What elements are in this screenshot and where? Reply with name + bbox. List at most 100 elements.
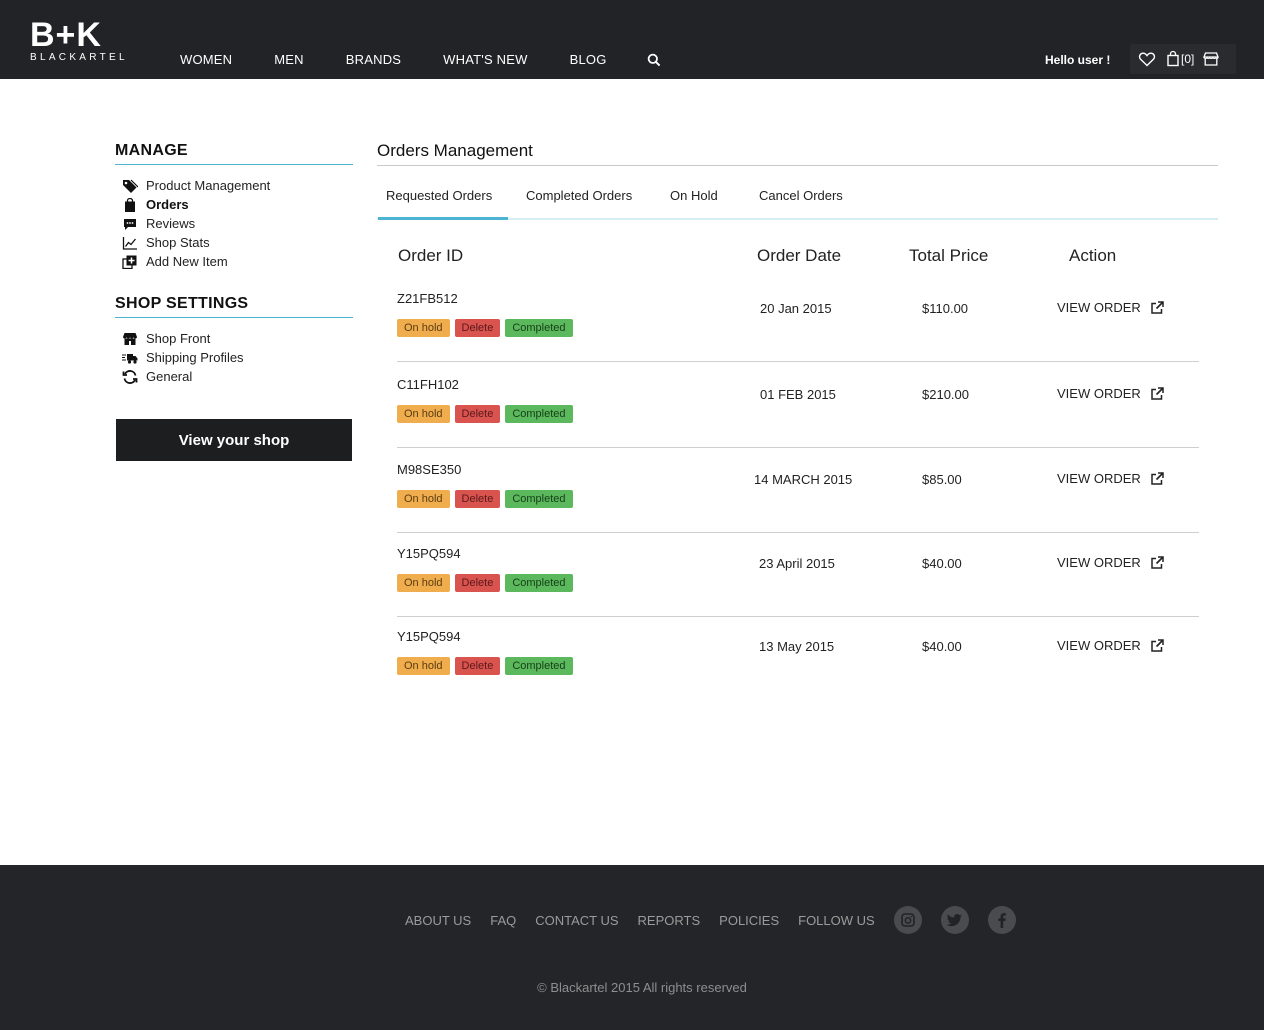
footer-link-contact-us[interactable]: CONTACT US [535, 913, 618, 928]
view-order-link[interactable]: VIEW ORDER [1057, 386, 1164, 401]
tab-on-hold[interactable]: On Hold [670, 176, 718, 220]
external-link-icon [1150, 386, 1164, 401]
page-title: Orders Management [377, 141, 1218, 166]
external-link-icon [1150, 471, 1164, 486]
nav-blog[interactable]: BLOG [570, 52, 607, 67]
on-hold-badge[interactable]: On hold [397, 657, 450, 675]
sidebar-item-label: Shipping Profiles [146, 350, 244, 365]
view-order-link[interactable]: VIEW ORDER [1057, 471, 1164, 486]
order-date: 13 May 2015 [759, 639, 835, 654]
nav-brands[interactable]: BRANDS [346, 52, 401, 67]
bag-icon [122, 197, 138, 212]
column-header-order-date: Order Date [757, 246, 842, 265]
completed-badge[interactable]: Completed [505, 405, 573, 423]
order-date: 23 April 2015 [759, 556, 835, 571]
order-id: M98SE350 [397, 462, 462, 477]
on-hold-badge[interactable]: On hold [397, 490, 450, 508]
order-total-price: $40.00 [922, 556, 962, 571]
completed-badge[interactable]: Completed [505, 574, 573, 592]
completed-badge[interactable]: Completed [505, 319, 573, 337]
nav-women[interactable]: WOMEN [180, 52, 232, 67]
sidebar: MANAGE Product Management Orders Reviews… [115, 142, 353, 461]
wishlist-heart-icon[interactable] [1138, 50, 1156, 68]
order-date: 20 Jan 2015 [760, 301, 832, 316]
row-divider [397, 616, 1199, 617]
on-hold-badge[interactable]: On hold [397, 574, 450, 592]
order-id: Y15PQ594 [397, 546, 461, 561]
view-order-link[interactable]: VIEW ORDER [1057, 555, 1164, 570]
order-status-badges: On hold Delete Completed [397, 657, 578, 675]
external-link-icon [1150, 638, 1164, 653]
footer-link-policies[interactable]: POLICIES [719, 913, 779, 928]
sidebar-item-shop-front[interactable]: Shop Front [115, 329, 353, 348]
order-tabs: Requested Orders Completed Orders On Hol… [377, 176, 1218, 220]
footer-link-reports[interactable]: REPORTS [638, 913, 701, 928]
order-status-badges: On hold Delete Completed [397, 405, 578, 423]
shopping-bag-icon[interactable] [1166, 50, 1180, 68]
order-total-price: $40.00 [922, 639, 962, 654]
user-greeting[interactable]: Hello user ! [1045, 53, 1110, 67]
sidebar-item-general[interactable]: General [115, 367, 353, 386]
order-total-price: $110.00 [922, 301, 969, 316]
sidebar-item-product-management[interactable]: Product Management [115, 176, 353, 195]
view-order-label: VIEW ORDER [1057, 555, 1141, 570]
cart-count[interactable]: [0] [1181, 52, 1194, 66]
instagram-icon[interactable] [893, 906, 922, 934]
order-status-badges: On hold Delete Completed [397, 490, 578, 508]
logo-wordmark: BLACKARTEL [30, 52, 128, 63]
follow-us-label: FOLLOW US [798, 912, 875, 928]
logo-mark: B+K [30, 16, 102, 54]
footer-link-about-us[interactable]: ABOUT US [405, 913, 471, 928]
tab-completed-orders[interactable]: Completed Orders [526, 176, 632, 220]
delete-badge[interactable]: Delete [454, 490, 501, 508]
header-actions: [0] [1130, 44, 1236, 74]
row-divider [397, 447, 1199, 448]
sidebar-item-shipping-profiles[interactable]: Shipping Profiles [115, 348, 353, 367]
nav-whats-new[interactable]: WHAT'S NEW [443, 52, 527, 67]
shop-store-icon[interactable] [1202, 50, 1220, 68]
delete-badge[interactable]: Delete [454, 574, 501, 592]
sidebar-item-orders[interactable]: Orders [115, 195, 353, 214]
sidebar-item-label: Reviews [146, 216, 196, 231]
search-icon[interactable] [647, 53, 661, 67]
tab-cancel-orders[interactable]: Cancel Orders [759, 176, 843, 220]
sidebar-item-shop-stats[interactable]: Shop Stats [115, 233, 353, 252]
logo[interactable]: B+K BLACKARTEL [30, 16, 128, 64]
add-item-icon [122, 255, 138, 269]
tag-icon [122, 179, 139, 193]
sidebar-item-add-new-item[interactable]: Add New Item [115, 252, 353, 271]
sidebar-item-reviews[interactable]: Reviews [115, 214, 353, 233]
sidebar-item-label: Orders [146, 197, 189, 212]
order-id: C11FH102 [397, 377, 459, 392]
sidebar-item-label: Product Management [146, 178, 271, 193]
footer-link-faq[interactable]: FAQ [490, 913, 516, 928]
column-header-order-id: Order ID [398, 246, 464, 265]
twitter-icon[interactable] [940, 906, 969, 934]
view-your-shop-button[interactable]: View your shop [116, 419, 352, 461]
on-hold-badge[interactable]: On hold [397, 319, 450, 337]
delete-badge[interactable]: Delete [454, 319, 501, 337]
on-hold-badge[interactable]: On hold [397, 405, 450, 423]
order-id: Y15PQ594 [397, 629, 461, 644]
completed-badge[interactable]: Completed [505, 657, 573, 675]
delete-badge[interactable]: Delete [454, 405, 501, 423]
nav-men[interactable]: MEN [274, 52, 304, 67]
tab-requested-orders[interactable]: Requested Orders [378, 176, 508, 220]
external-link-icon [1150, 300, 1164, 315]
top-header: B+K BLACKARTEL WOMEN MEN BRANDS WHAT'S N… [0, 0, 1264, 79]
order-status-badges: On hold Delete Completed [397, 574, 578, 592]
sidebar-item-label: General [146, 369, 193, 384]
view-order-link[interactable]: VIEW ORDER [1057, 300, 1164, 315]
completed-badge[interactable]: Completed [505, 490, 573, 508]
delete-badge[interactable]: Delete [454, 657, 501, 675]
footer-links: ABOUT US FAQ CONTACT US REPORTS POLICIES… [405, 906, 1035, 934]
external-link-icon [1150, 555, 1164, 570]
order-date: 14 MARCH 2015 [754, 472, 853, 487]
main-nav: WOMEN MEN BRANDS WHAT'S NEW BLOG [180, 52, 661, 67]
sidebar-item-label: Add New Item [146, 254, 228, 269]
chart-icon [122, 236, 138, 250]
facebook-icon[interactable] [987, 906, 1016, 934]
storefront-icon [122, 332, 138, 346]
view-order-link[interactable]: VIEW ORDER [1057, 638, 1164, 653]
manage-menu: Product Management Orders Reviews Shop S… [115, 176, 353, 271]
